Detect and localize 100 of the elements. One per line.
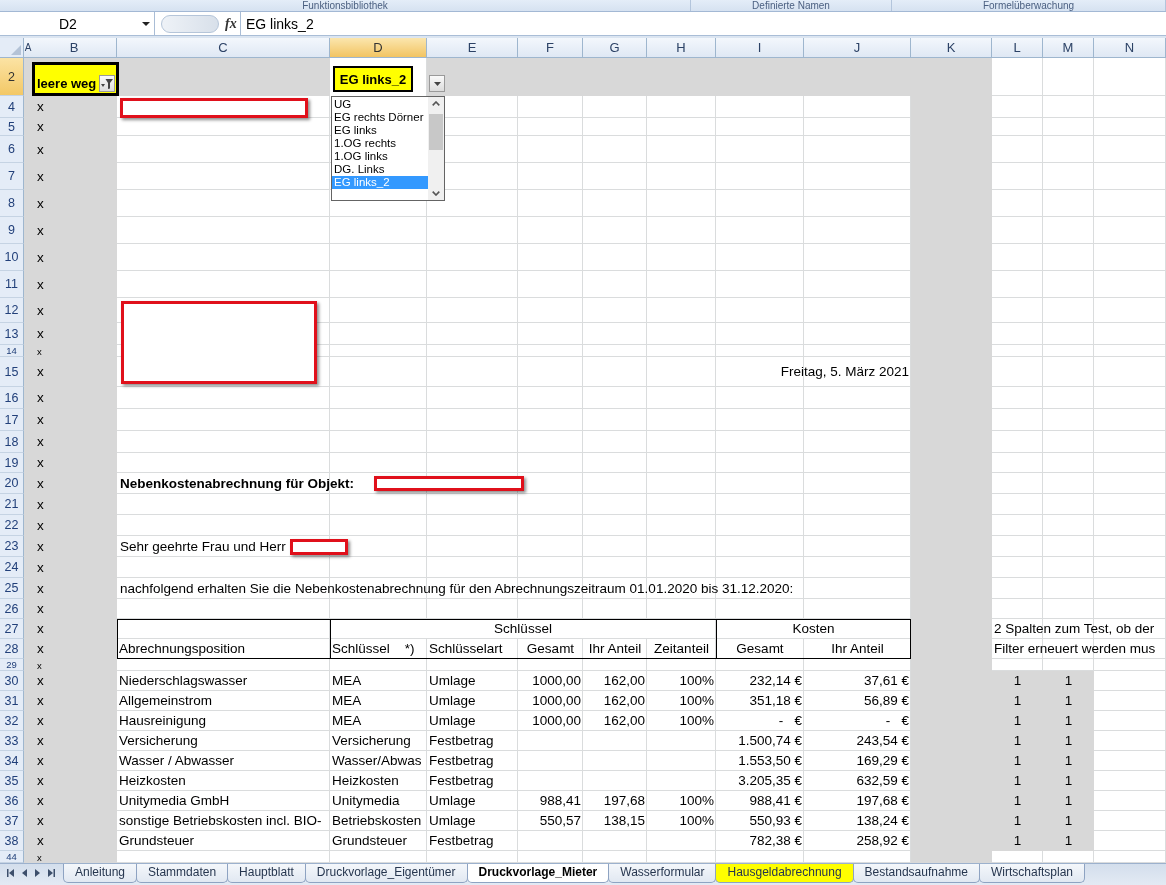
row-header[interactable]: 12 — [0, 298, 24, 323]
column-header[interactable]: D — [330, 38, 427, 58]
row-header[interactable]: 20 — [0, 473, 24, 494]
row-header[interactable]: 38 — [0, 831, 24, 851]
key-type: Festbetrag — [428, 733, 495, 749]
chevron-up-icon[interactable] — [432, 101, 440, 106]
row-header[interactable]: 36 — [0, 791, 24, 811]
time-share: 100% — [678, 713, 715, 729]
key-name: MEA — [331, 713, 363, 729]
test-value: 1 — [1012, 693, 1023, 709]
list-item[interactable]: 1.OG rechts — [332, 137, 428, 150]
row-header[interactable]: 18 — [0, 431, 24, 453]
row-header[interactable]: 33 — [0, 731, 24, 751]
chevron-down-icon[interactable] — [432, 191, 440, 196]
cost-share: - € — [884, 713, 910, 729]
list-item[interactable]: EG rechts Dörner — [332, 111, 428, 124]
row-header[interactable]: 23 — [0, 536, 24, 557]
row-header[interactable]: 31 — [0, 691, 24, 711]
active-cell[interactable]: EG links_2 — [333, 66, 413, 92]
scrollbar-thumb[interactable] — [429, 114, 443, 150]
skip-first-icon[interactable] — [7, 869, 14, 877]
row-header[interactable]: 2 — [0, 58, 24, 96]
sheet-tab[interactable]: Hausgeldabrechnung — [715, 864, 854, 883]
sheet-tab[interactable]: Wasserformular — [608, 864, 717, 883]
sheet-tab[interactable]: Hauptblatt — [227, 864, 306, 883]
time-share: 100% — [678, 673, 715, 689]
row-header[interactable]: 32 — [0, 711, 24, 731]
row-header[interactable]: 8 — [0, 190, 24, 217]
row-header[interactable]: 21 — [0, 494, 24, 515]
list-item[interactable]: UG — [332, 98, 428, 111]
column-header[interactable]: C — [117, 38, 330, 58]
triangle-right-icon[interactable] — [35, 869, 40, 877]
row-header[interactable]: 34 — [0, 751, 24, 771]
row-header[interactable]: 7 — [0, 163, 24, 190]
mark-label: x — [36, 455, 45, 471]
position-name: Heizkosten — [118, 773, 187, 789]
dropdown-button[interactable] — [429, 75, 445, 92]
row-header[interactable]: 24 — [0, 557, 24, 578]
row-header[interactable]: 26 — [0, 599, 24, 619]
position-name: Unitymedia GmbH — [118, 793, 231, 809]
redaction-box — [289, 538, 348, 555]
column-header[interactable]: J — [804, 38, 911, 58]
row-header[interactable]: 13 — [0, 323, 24, 345]
triangle-left-icon[interactable] — [22, 869, 27, 877]
test-value: 1 — [1063, 833, 1074, 849]
cost-total: 3.205,35 € — [737, 773, 803, 789]
list-item[interactable]: 1.OG links — [332, 150, 428, 163]
column-header[interactable]: M — [1043, 38, 1094, 58]
row-header[interactable]: 17 — [0, 409, 24, 431]
column-header[interactable]: K — [911, 38, 992, 58]
column-header[interactable]: F — [518, 38, 583, 58]
cost-total: - € — [777, 713, 803, 729]
row-header[interactable]: 37 — [0, 811, 24, 831]
cost-share: 243,54 € — [855, 733, 910, 749]
resize-handle[interactable] — [161, 14, 219, 33]
row-header[interactable]: 6 — [0, 136, 24, 163]
column-header[interactable]: I — [716, 38, 804, 58]
row-header[interactable]: 30 — [0, 671, 24, 691]
group-label: Funktionsbibliothek — [302, 0, 388, 11]
caret-down-icon[interactable] — [142, 21, 150, 26]
filter-button[interactable] — [99, 75, 115, 92]
row-header[interactable]: 22 — [0, 515, 24, 536]
sheet-tab[interactable]: Druckvorlage_Mieter — [466, 864, 610, 883]
list-item[interactable]: DG. Links — [332, 163, 428, 176]
row-header[interactable]: 28 — [0, 639, 24, 659]
sheet-tab[interactable]: Stammdaten — [136, 864, 229, 883]
row-header[interactable]: 9 — [0, 217, 24, 244]
mark-label: x — [36, 99, 45, 115]
column-header[interactable]: N — [1094, 38, 1166, 58]
row-header[interactable]: 11 — [0, 271, 24, 298]
row-header[interactable]: 35 — [0, 771, 24, 791]
column-heading: Schlüssel *) — [331, 641, 416, 657]
column-header[interactable]: H — [647, 38, 716, 58]
sheet-tab[interactable]: Wirtschaftsplan — [979, 864, 1085, 883]
row-header[interactable]: 27 — [0, 619, 24, 639]
column-header[interactable]: E — [427, 38, 518, 58]
row-header[interactable]: 15 — [0, 357, 24, 387]
sheet-tab[interactable]: Druckvorlage_Eigentümer — [304, 864, 468, 883]
row-header[interactable]: 14 — [0, 345, 24, 357]
row-header[interactable]: 10 — [0, 244, 24, 271]
row-header[interactable]: 44 — [0, 851, 24, 863]
skip-last-icon[interactable] — [48, 869, 55, 877]
key-total: 1000,00 — [531, 673, 582, 689]
row-header[interactable]: 5 — [0, 118, 24, 136]
row-header[interactable]: 19 — [0, 453, 24, 473]
column-header[interactable]: B — [32, 38, 117, 58]
function-button[interactable]: fx — [224, 15, 238, 32]
column-header[interactable]: L — [992, 38, 1043, 58]
column-header[interactable]: G — [583, 38, 647, 58]
row-header[interactable]: 16 — [0, 387, 24, 409]
row-header[interactable]: 4 — [0, 96, 24, 118]
row-header[interactable]: 29 — [0, 659, 24, 671]
sheet-tab[interactable]: Anleitung — [63, 864, 138, 883]
sheet-tab[interactable]: Bestandsaufnahme — [852, 864, 980, 883]
column-heading: Abrechnungsposition — [118, 641, 247, 657]
cost-total: 1.500,74 € — [737, 733, 803, 749]
list-item[interactable]: EG links — [332, 124, 428, 137]
mark-label: x — [36, 345, 43, 357]
row-header[interactable]: 25 — [0, 578, 24, 599]
heading-text: Nebenkostenabrechnung für Objekt: — [119, 475, 356, 492]
